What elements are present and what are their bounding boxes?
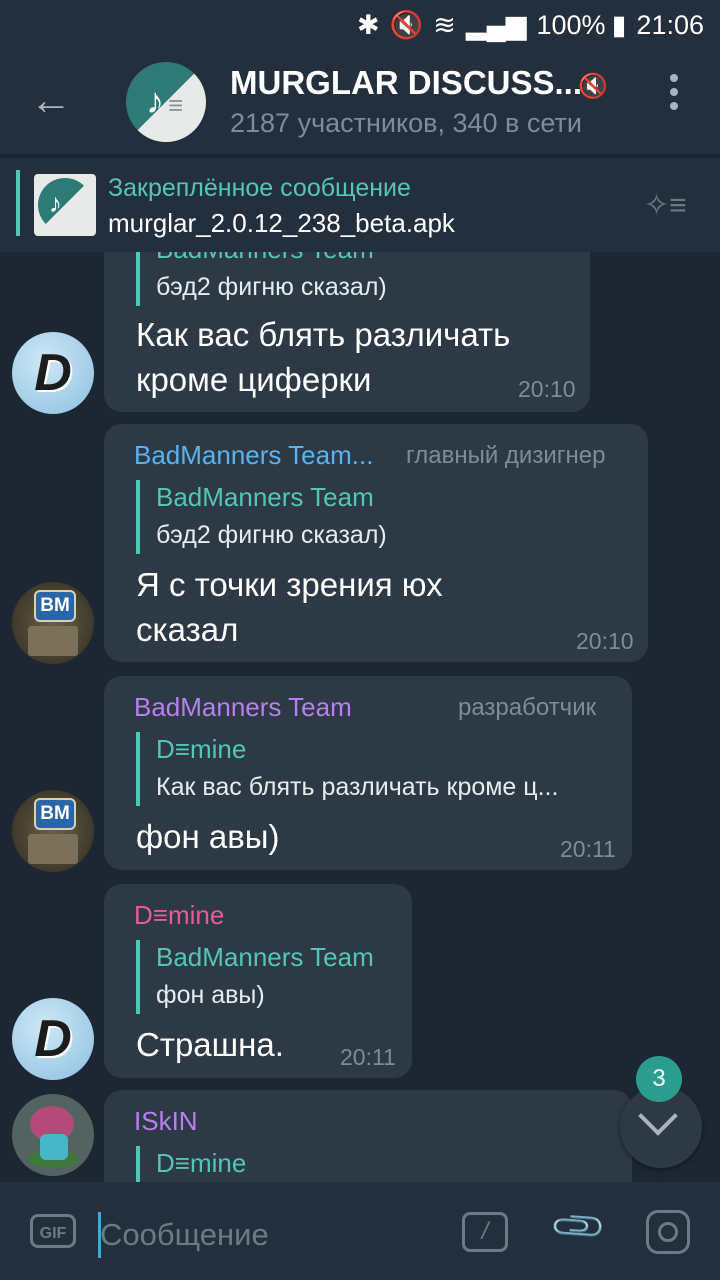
music-note-icon: ♪ (49, 188, 62, 218)
message-author[interactable]: ISkIN (134, 1106, 198, 1137)
camera-icon[interactable] (646, 1210, 690, 1254)
reply-author: BadManners Team (156, 942, 374, 972)
message-text: Как вас блять различать кроме циферки (136, 316, 511, 398)
chevron-down-icon (638, 1096, 678, 1136)
message-time: 20:11 (560, 836, 616, 862)
pinned-message-bar[interactable]: ♪ Закреплённое сообщение murglar_2.0.12_… (0, 156, 720, 252)
signal-icon: ▂▄▆ (465, 9, 527, 40)
music-note-icon: ♪ (146, 80, 164, 121)
user-avatar[interactable]: BM (12, 582, 94, 664)
pinned-accent-bar (16, 170, 20, 236)
chat-title[interactable]: MURGLAR DISCUSS... (230, 64, 582, 102)
pinned-thumbnail: ♪ (34, 174, 96, 236)
reply-text: бэд2 фигню сказал) (156, 273, 387, 301)
user-avatar[interactable]: D (12, 332, 94, 414)
message-text: Страшна. (136, 1026, 284, 1063)
pinned-label: Закреплённое сообщение (108, 174, 411, 202)
unread-count-badge: 3 (636, 1056, 682, 1102)
bot-command-button[interactable]: / (462, 1212, 508, 1252)
chat-avatar[interactable]: ♪ ≡ (126, 62, 206, 142)
battery-icon: ▮ (611, 9, 627, 40)
message-time: 20:10 (576, 628, 634, 654)
chat-header: ← ♪ ≡ MURGLAR DISCUSS... 🔇 2187 участник… (0, 50, 720, 154)
reply-quote[interactable]: D≡mine (136, 1146, 246, 1182)
message-input[interactable] (100, 1212, 440, 1258)
message-text: фон авы) (136, 818, 280, 855)
reply-quote[interactable]: BadManners Team бэд2 фигню сказал) (136, 480, 387, 554)
reply-author: BadManners Team (156, 482, 374, 512)
pinned-text: murglar_2.0.12_238_beta.apk (108, 208, 455, 238)
reply-text: фон авы) (156, 981, 265, 1009)
reply-author: BadManners Team (156, 252, 387, 270)
playlist-icon: ≡ (168, 90, 184, 120)
reply-text: Как вас блять различать кроме ц... (156, 773, 559, 801)
clock: 21:06 (636, 9, 704, 40)
battery-level: 100% (536, 9, 606, 40)
message-bubble[interactable]: BadManners Team бэд2 фигню сказал) Как в… (104, 252, 590, 412)
reply-text: бэд2 фигню сказал) (156, 521, 387, 549)
paperclip-icon[interactable]: 📎 (548, 1196, 609, 1257)
user-avatar[interactable] (12, 1094, 94, 1176)
muted-icon: 🔇 (578, 73, 608, 100)
message-author[interactable]: BadManners Team... (134, 440, 373, 471)
message-bubble[interactable]: BadManners Team разработчик D≡mine Как в… (104, 676, 632, 870)
message-text: Я с точки зрения юх сказал (136, 566, 443, 648)
back-arrow-icon[interactable]: ← (30, 79, 72, 121)
message-input-bar: GIF / 📎 (0, 1182, 720, 1280)
reply-author: D≡mine (156, 1148, 247, 1178)
user-avatar[interactable]: BM (12, 790, 94, 872)
message-bubble[interactable]: ISkIN D≡mine (104, 1090, 632, 1182)
member-role: главный дизигнер (406, 442, 606, 469)
member-role: разработчик (458, 694, 597, 721)
chat-subtitle[interactable]: 2187 участников, 340 в сети (230, 108, 582, 139)
status-bar: ✱ 🔇 ≋ ▂▄▆ 100% ▮ 21:06 (0, 0, 720, 50)
reply-author: D≡mine (156, 734, 247, 764)
wifi-icon: ≋ (433, 9, 456, 40)
message-list[interactable]: BadManners Team бэд2 фигню сказал) Как в… (0, 252, 720, 1182)
message-author[interactable]: D≡mine (134, 900, 224, 931)
message-bubble[interactable]: BadManners Team... главный дизигнер BadM… (104, 424, 648, 662)
mute-icon: 🔇 (389, 10, 424, 40)
message-time: 20:10 (518, 376, 576, 402)
reply-quote[interactable]: BadManners Team бэд2 фигню сказал) (136, 252, 387, 306)
bluetooth-icon: ✱ (356, 9, 380, 40)
more-options-icon[interactable] (662, 74, 686, 110)
message-author[interactable]: BadManners Team (134, 692, 352, 723)
unpin-list-icon[interactable]: ✧≡ (644, 188, 687, 223)
reply-quote[interactable]: BadManners Team фон авы) (136, 940, 374, 1014)
message-bubble[interactable]: D≡mine BadManners Team фон авы) Страшна.… (104, 884, 412, 1078)
gif-button[interactable]: GIF (30, 1214, 76, 1248)
user-avatar[interactable]: D (12, 998, 94, 1080)
reply-quote[interactable]: D≡mine Как вас блять различать кроме ц..… (136, 732, 616, 806)
message-time: 20:11 (340, 1044, 396, 1070)
